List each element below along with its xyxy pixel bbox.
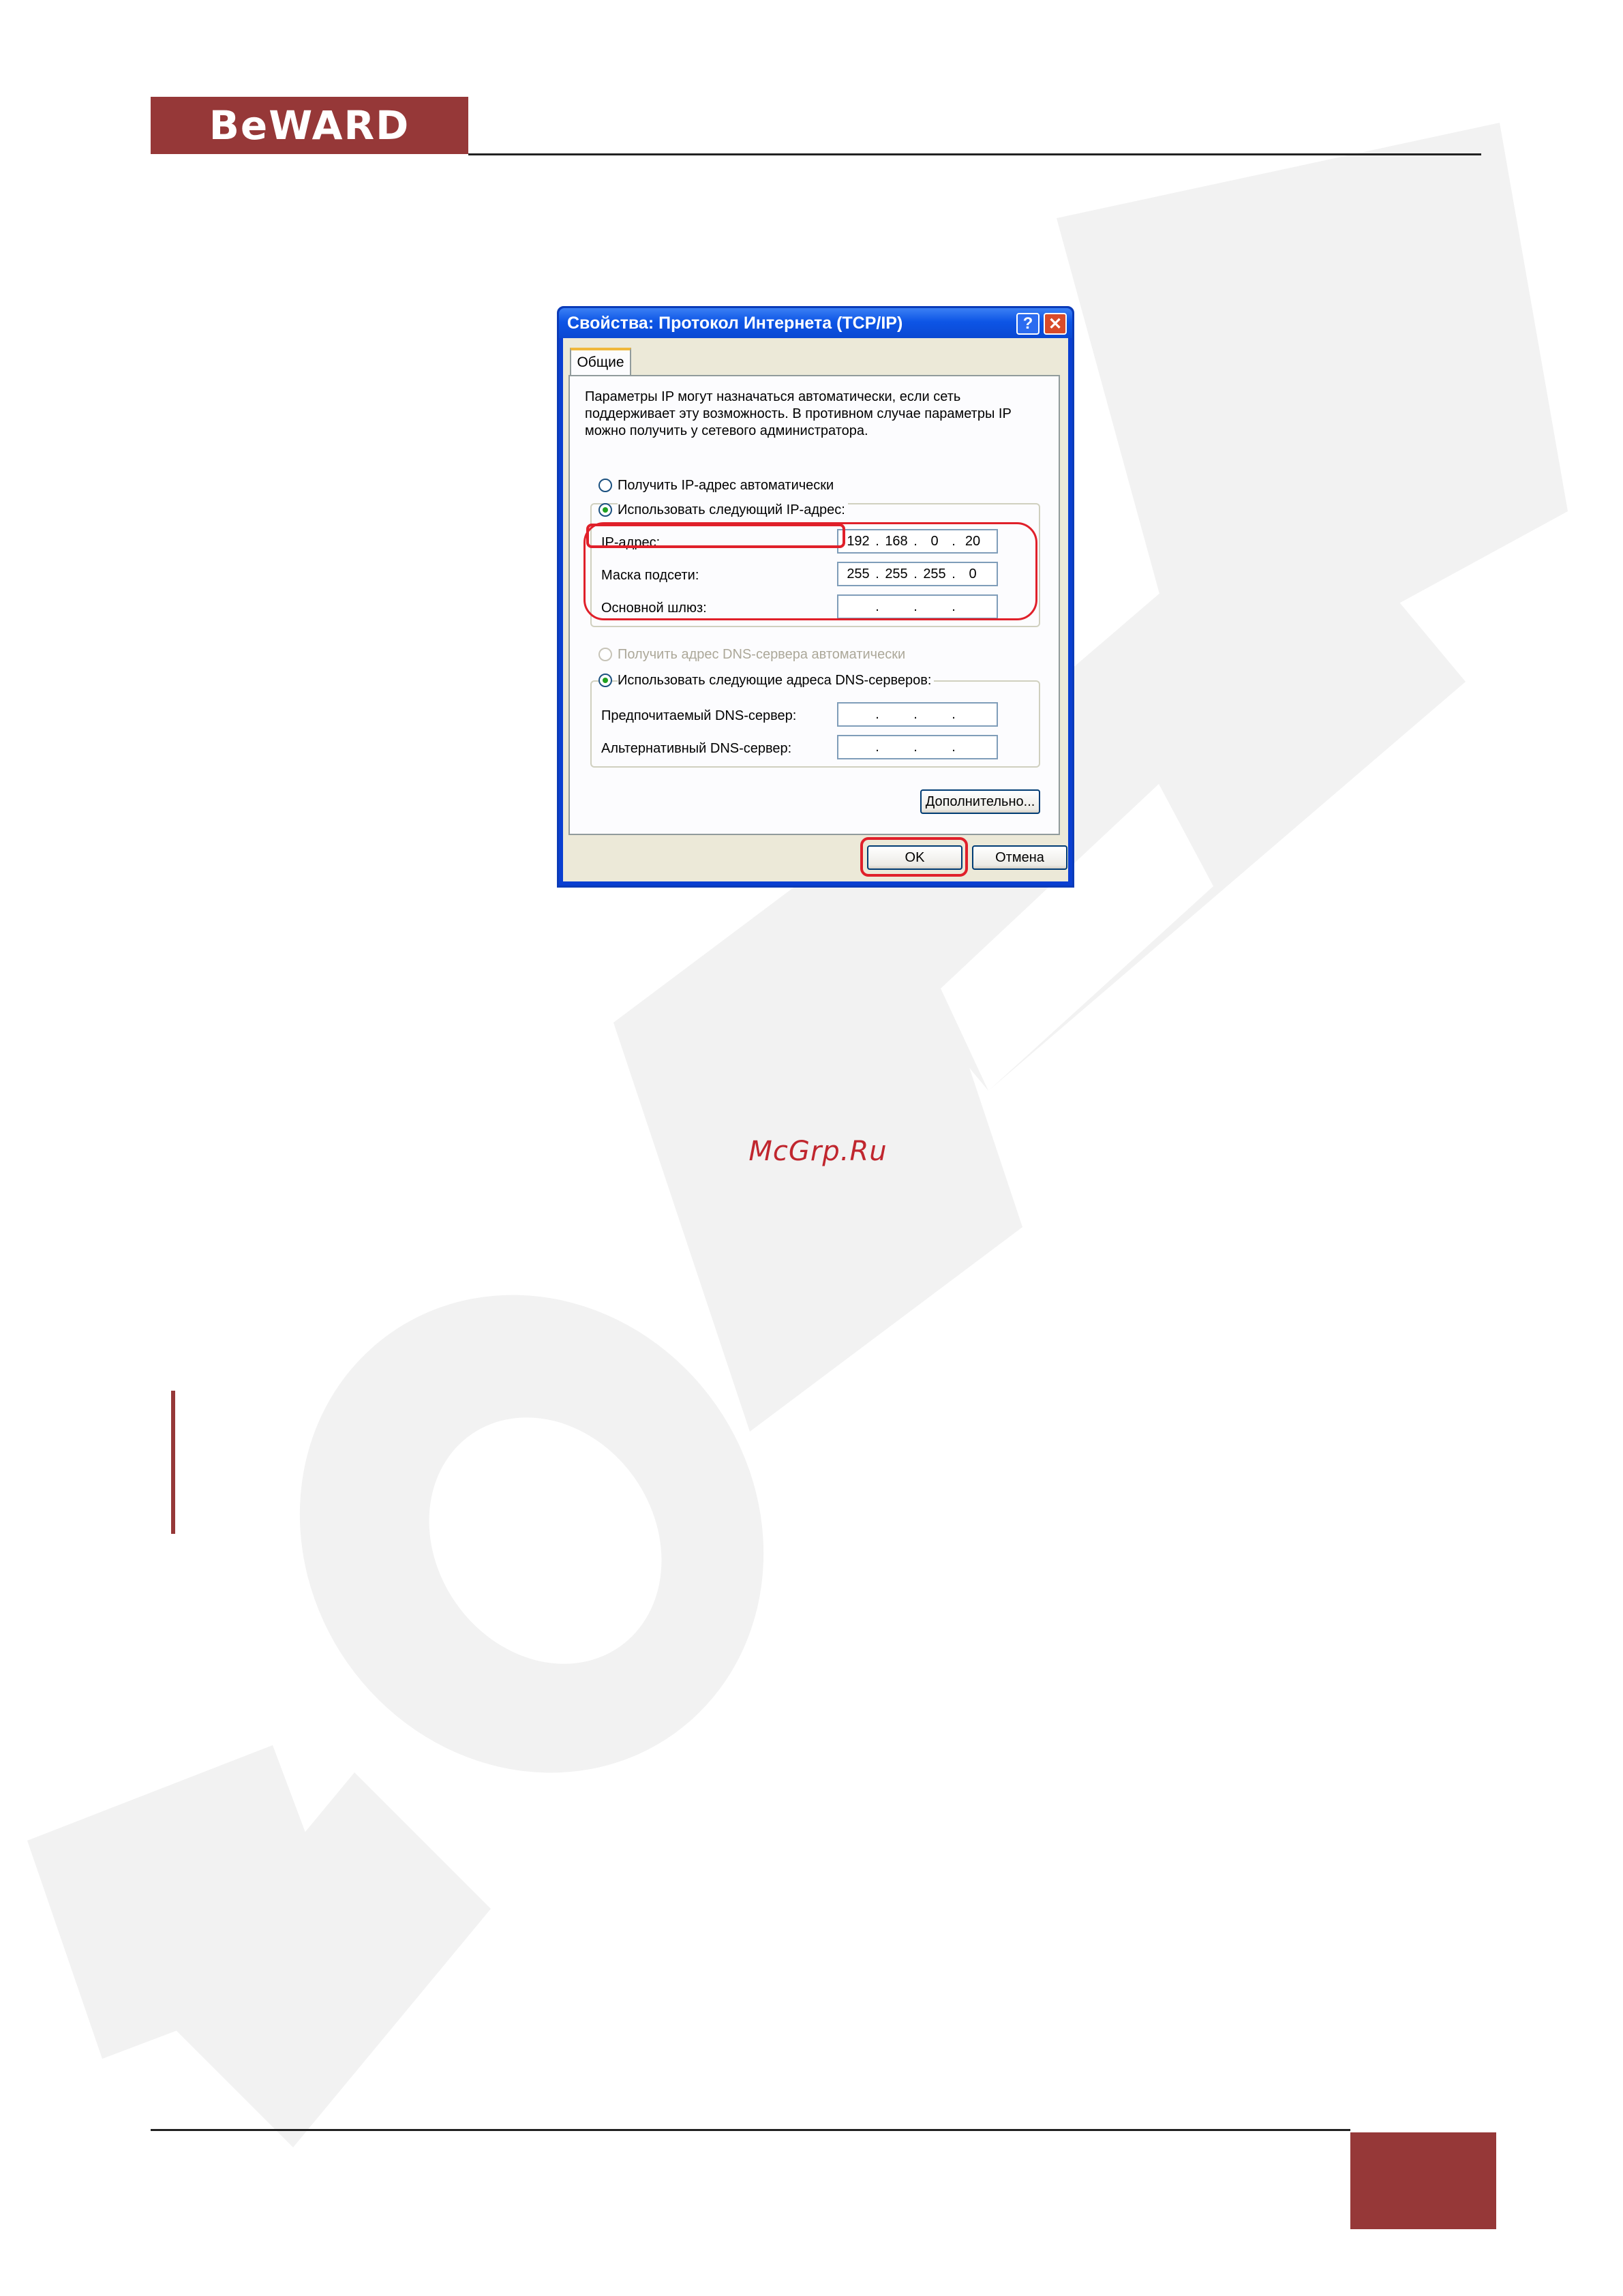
radio-auto-dns[interactable] — [598, 648, 612, 661]
advanced-button[interactable]: Дополнительно... — [920, 789, 1040, 814]
help-icon[interactable]: ? — [1016, 313, 1040, 335]
header-divider — [468, 153, 1481, 155]
dns-preferred-label: Предпочитаемый DNS-сервер: — [601, 708, 797, 723]
radio-auto-ip[interactable] — [598, 479, 612, 492]
dialog-client: Общие Параметры IP могут назначаться авт… — [563, 338, 1068, 881]
cancel-button[interactable]: Отмена — [972, 845, 1067, 870]
dns-alternate-input[interactable]: . . . — [837, 735, 998, 759]
close-icon[interactable]: ✕ — [1044, 313, 1067, 335]
beward-logo: BeWARD — [151, 97, 468, 154]
dialog-titlebar[interactable]: Свойства: Протокол Интернета (TCP/IP) — [559, 308, 1072, 338]
highlight-ip-fields — [583, 522, 1037, 620]
dns-alternate-label: Альтернативный DNS-сервер: — [601, 741, 792, 756]
radio-manual-ip-label: Использовать следующий IP-адрес: — [618, 502, 848, 519]
intro-text: Параметры IP могут назначаться автоматич… — [585, 389, 1012, 438]
page-number-box — [1350, 2132, 1496, 2229]
highlight-ok-button — [860, 837, 968, 877]
radio-manual-dns[interactable] — [598, 674, 612, 687]
radio-manual-dns-label: Использовать следующие адреса DNS-сервер… — [618, 672, 935, 689]
dialog-title: Свойства: Протокол Интернета (TCP/IP) — [567, 313, 903, 333]
radio-auto-dns-label: Получить адрес DNS-сервера автоматически — [618, 647, 906, 662]
dns-preferred-input[interactable]: . . . — [837, 702, 998, 727]
radio-auto-ip-label: Получить IP-адрес автоматически — [618, 478, 834, 493]
note-accent-bar — [171, 1391, 175, 1534]
radio-manual-ip[interactable] — [598, 503, 612, 517]
tab-general[interactable]: Общие — [570, 348, 631, 375]
watermark-link[interactable]: McGrp.Ru — [682, 1136, 954, 1167]
tcpip-properties-dialog: Свойства: Протокол Интернета (TCP/IP) ? … — [557, 306, 1074, 888]
footer-divider — [151, 2129, 1350, 2131]
